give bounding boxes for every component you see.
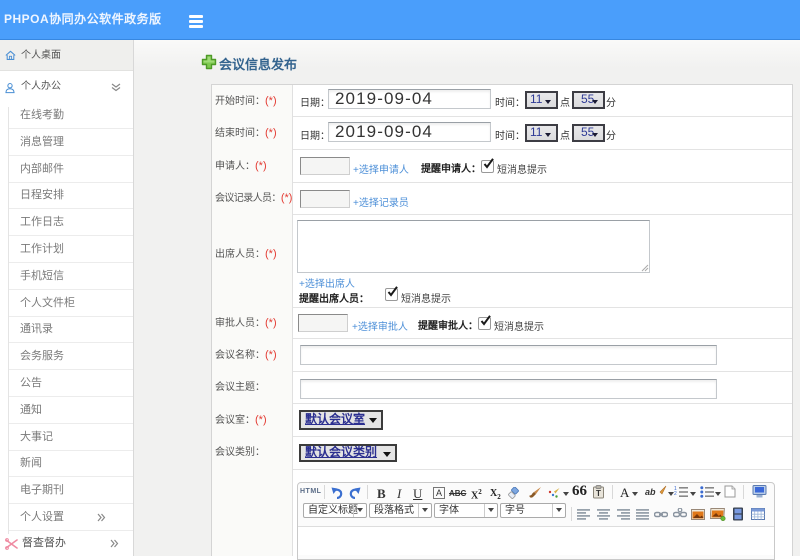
svg-text:2: 2 (674, 491, 677, 497)
svg-text:T: T (596, 489, 601, 498)
